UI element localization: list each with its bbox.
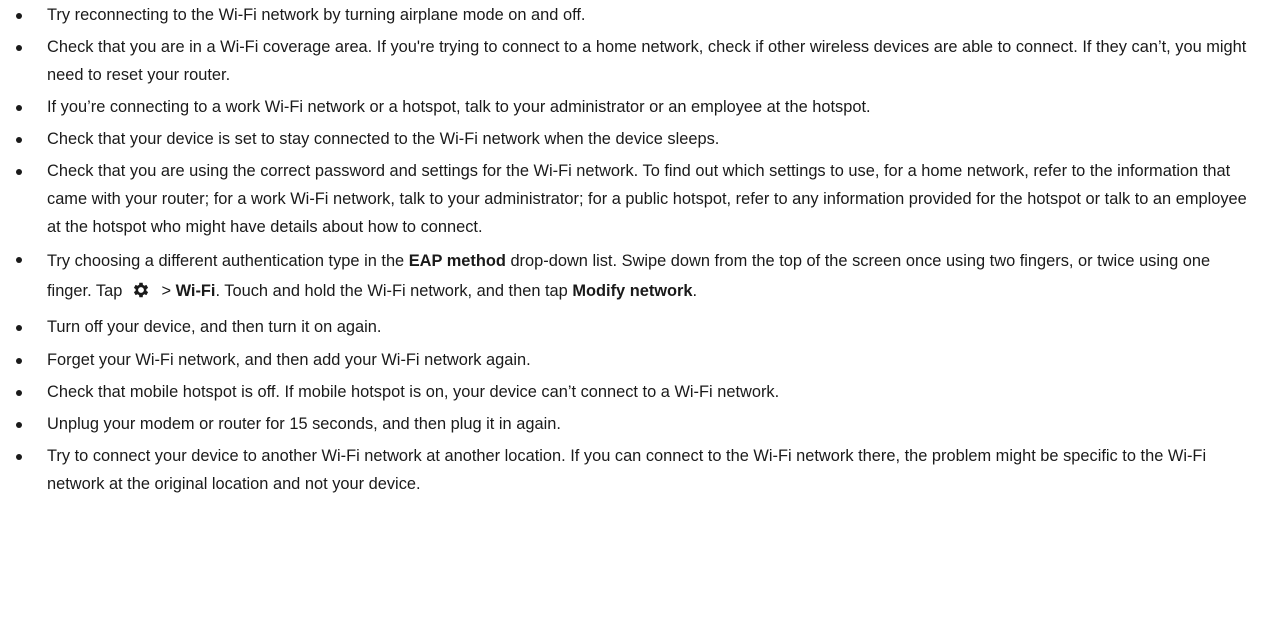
tip-text: > <box>156 281 176 300</box>
tip-item: Check that your device is set to stay co… <box>0 126 1257 154</box>
tip-item: Check that you are using the correct pas… <box>0 158 1257 241</box>
tip-text: Check that you are in a Wi-Fi coverage a… <box>47 38 1247 84</box>
tip-item: If you’re connecting to a work Wi-Fi net… <box>0 94 1257 122</box>
tip-item: Try reconnecting to the Wi-Fi network by… <box>0 2 1257 30</box>
tip-item: Check that you are in a Wi-Fi coverage a… <box>0 34 1257 89</box>
tip-text: Check that mobile hotspot is off. If mob… <box>47 382 780 401</box>
modify-network-label: Modify network <box>572 281 693 300</box>
settings-gear-icon <box>131 280 151 310</box>
tip-text: Turn off your device, and then turn it o… <box>47 318 382 337</box>
tip-text: Try to connect your device to another Wi… <box>47 447 1207 493</box>
tip-text: Try choosing a different authentication … <box>47 251 409 270</box>
wifi-menu-label: Wi-Fi <box>175 281 216 300</box>
tip-text: Try reconnecting to the Wi-Fi network by… <box>47 6 586 24</box>
tip-item: Unplug your modem or router for 15 secon… <box>0 411 1257 439</box>
tip-text: . <box>692 281 698 300</box>
document-page: Try reconnecting to the Wi-Fi network by… <box>0 0 1269 623</box>
tip-item: Try choosing a different authentication … <box>0 246 1257 310</box>
tip-item: Turn off your device, and then turn it o… <box>0 314 1257 342</box>
tip-item: Forget your Wi-Fi network, and then add … <box>0 347 1257 375</box>
eap-method-label: EAP method <box>408 251 506 270</box>
tip-text: Check that you are using the correct pas… <box>47 162 1247 236</box>
tip-item: Try to connect your device to another Wi… <box>0 443 1257 498</box>
tip-item: Check that mobile hotspot is off. If mob… <box>0 379 1257 407</box>
troubleshooting-tips-list: Try reconnecting to the Wi-Fi network by… <box>0 2 1257 498</box>
tip-text: . Touch and hold the Wi-Fi network, and … <box>215 281 573 300</box>
tip-text: If you’re connecting to a work Wi-Fi net… <box>47 97 871 116</box>
tip-text: Unplug your modem or router for 15 secon… <box>47 414 561 433</box>
tip-text: Check that your device is set to stay co… <box>47 130 720 149</box>
tip-text: Forget your Wi-Fi network, and then add … <box>47 350 531 369</box>
